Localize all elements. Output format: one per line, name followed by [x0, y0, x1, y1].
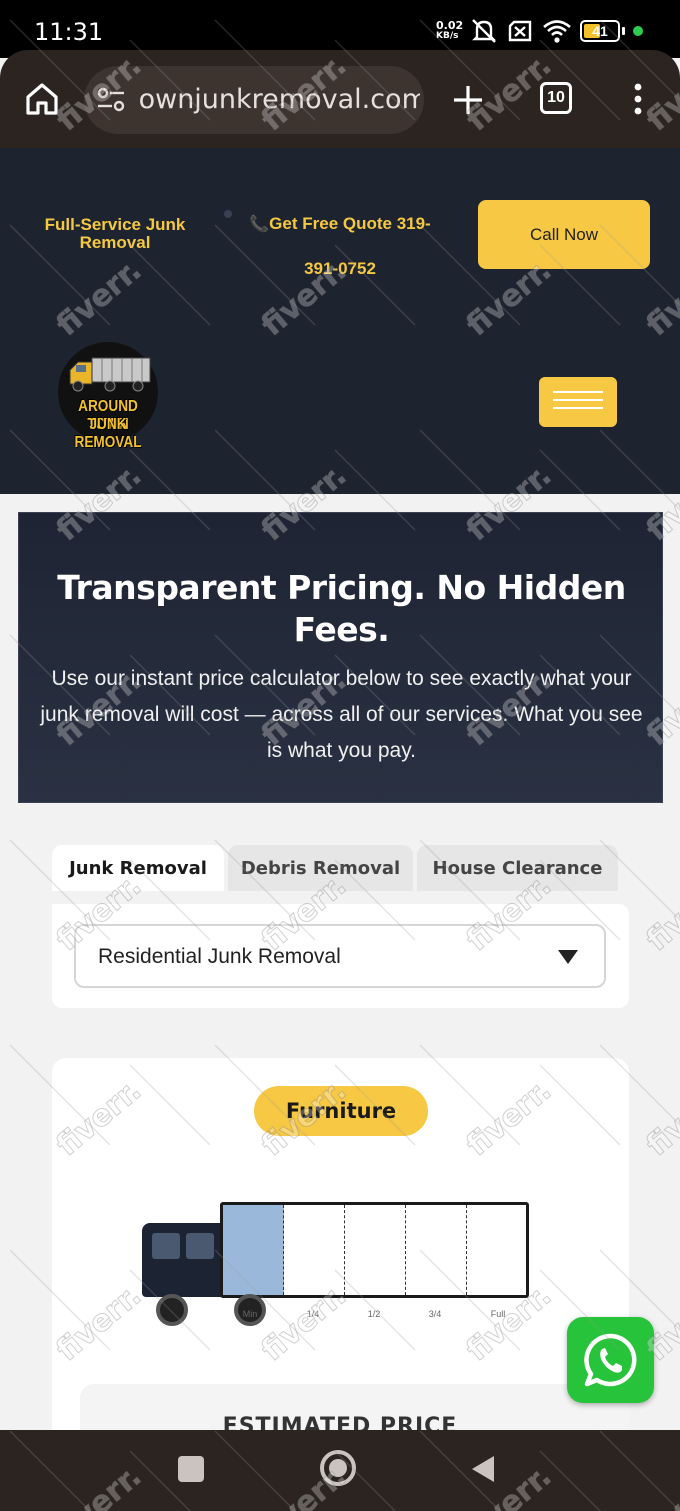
hero-subtitle: Use our instant price calculator below t…	[40, 667, 643, 762]
no-sim-icon	[508, 20, 532, 42]
address-bar[interactable]: townjunkremoval.com	[84, 66, 424, 134]
active-dot-icon	[633, 26, 643, 36]
muted-bell-icon	[472, 19, 496, 43]
menu-line	[553, 407, 603, 409]
watermark-mark: fiverr.	[639, 867, 680, 958]
load-divider	[466, 1205, 467, 1295]
network-speed-unit: KB/s	[436, 31, 459, 41]
back-button[interactable]	[470, 1454, 498, 1484]
hamburger-menu-button[interactable]	[539, 377, 617, 427]
home-button[interactable]	[320, 1450, 356, 1486]
more-options-icon[interactable]	[630, 82, 646, 116]
truck-logo-icon	[69, 357, 151, 392]
hero-title: Transparent Pricing. No Hidden Fees.	[57, 568, 626, 649]
svg-text:fiverr.: fiverr.	[640, 1073, 680, 1163]
status-time: 11:31	[34, 18, 104, 46]
truck-load-slider[interactable]	[220, 1202, 529, 1298]
battery-level: 41	[592, 23, 608, 39]
site-logo[interactable]: AROUND TOWN JUNK REMOVAL	[52, 342, 164, 451]
network-speed: 0.02 KB/s	[436, 20, 463, 42]
menu-line	[553, 399, 603, 401]
site-settings-icon[interactable]	[96, 86, 126, 114]
load-label-quarter: 1/4	[306, 1309, 320, 1319]
truck-window	[152, 1233, 180, 1259]
menu-line	[553, 391, 603, 393]
truck-wheel	[156, 1294, 188, 1326]
call-now-button[interactable]: Call Now	[478, 200, 650, 269]
whatsapp-button[interactable]	[567, 1317, 654, 1403]
pricing-hero: Transparent Pricing. No Hidden Fees. Use…	[18, 512, 663, 803]
dropdown-arrow-icon	[558, 950, 578, 964]
svg-text:fiverr.: fiverr.	[640, 868, 680, 958]
truck-cab	[142, 1223, 224, 1297]
system-nav-bar	[0, 1430, 680, 1511]
load-label-min: Min	[242, 1309, 258, 1319]
home-icon[interactable]	[24, 82, 60, 116]
watermark-mark: fiverr.	[639, 1072, 680, 1163]
tab-house-clearance[interactable]: House Clearance	[417, 845, 618, 891]
logo-text-line2: JUNK REMOVAL	[74, 416, 142, 451]
service-type-select[interactable]: Residential Junk Removal	[74, 924, 606, 988]
load-divider	[283, 1205, 284, 1295]
site-header: Full-Service Junk Removal 📞Get Free Quot…	[0, 148, 680, 494]
service-select-value: Residential Junk Removal	[98, 945, 341, 968]
load-divider	[344, 1205, 345, 1295]
phone-icon: 📞	[249, 216, 270, 233]
truck-window	[186, 1233, 214, 1259]
wifi-icon	[543, 20, 571, 43]
load-label-three-quarter: 3/4	[428, 1309, 442, 1319]
load-divider	[405, 1205, 406, 1295]
tab-debris-removal[interactable]: Debris Removal	[228, 845, 413, 891]
load-label-full: Full	[490, 1309, 506, 1319]
tab-switcher-button[interactable]: 10	[540, 82, 572, 114]
recents-button[interactable]	[178, 1456, 204, 1482]
new-tab-icon[interactable]	[452, 84, 484, 116]
quote-label: Get Free Quote 319-391-0752	[269, 214, 431, 278]
header-tagline: Full-Service Junk Removal	[44, 215, 186, 252]
whatsapp-icon	[584, 1333, 637, 1387]
network-speed-value: 0.02	[436, 19, 464, 32]
battery-icon: 41	[580, 20, 620, 42]
header-separator-dot	[224, 210, 232, 218]
price-calculator-card: Furniture Min 1/4 1/2 3/4 Full ESTIMATED…	[52, 1058, 629, 1458]
url-text: townjunkremoval.com	[140, 84, 420, 115]
service-select-card: Residential Junk Removal	[52, 904, 629, 1008]
truck-load-fill	[223, 1205, 284, 1295]
category-pill[interactable]: Furniture	[254, 1086, 428, 1136]
browser-toolbar: townjunkremoval.com 10	[0, 50, 680, 148]
url-text-clip: townjunkremoval.com	[140, 66, 420, 134]
battery-tip	[622, 27, 625, 35]
tab-junk-removal[interactable]: Junk Removal	[52, 845, 224, 891]
tab-count: 10	[547, 89, 565, 106]
quote-link[interactable]: 📞Get Free Quote 319-391-0752	[248, 202, 432, 291]
load-label-half: 1/2	[367, 1309, 381, 1319]
